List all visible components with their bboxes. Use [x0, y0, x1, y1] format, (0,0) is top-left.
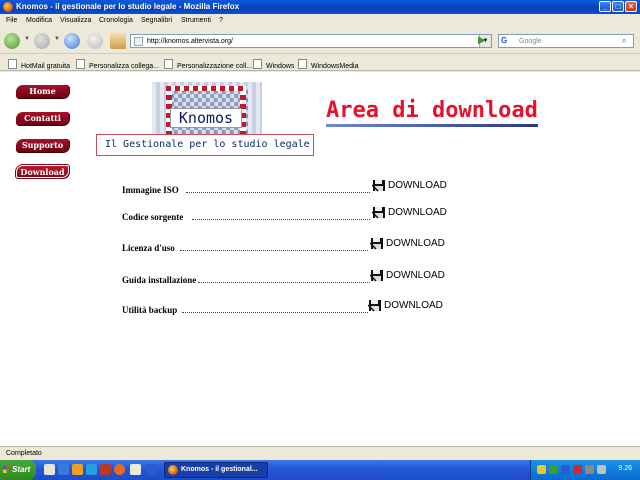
quicklaunch-app-icon[interactable] [100, 464, 111, 475]
window-title: Knomos - il gestionale per lo studio leg… [16, 2, 240, 11]
forward-history-dropdown-icon[interactable]: ▼ [54, 36, 60, 42]
menu-file[interactable]: File [6, 17, 17, 24]
floppy-disk-icon[interactable] [370, 269, 384, 282]
forward-icon[interactable] [34, 33, 50, 49]
quicklaunch-app-icon[interactable] [130, 464, 141, 475]
floppy-disk-icon[interactable] [372, 179, 386, 192]
menu-visualizza[interactable]: Visualizza [60, 17, 91, 24]
dot-leader [186, 192, 370, 193]
menu-modifica[interactable]: Modifica [26, 17, 52, 24]
download-link[interactable]: DOWNLOAD [388, 180, 447, 191]
go-icon[interactable]: ▶ [478, 35, 490, 47]
bookmark-hotmail[interactable]: HotMail gratuita [8, 59, 70, 70]
clock: 9.26 [618, 465, 632, 472]
system-tray: 9.26 [530, 460, 640, 480]
bluetooth-icon[interactable] [561, 465, 570, 474]
reload-icon[interactable] [64, 33, 80, 49]
page-title: Area di download [326, 98, 538, 123]
dot-leader [192, 219, 370, 220]
start-button[interactable]: Start [0, 460, 36, 480]
download-row: Immagine ISO DOWNLOAD [122, 179, 452, 196]
floppy-disk-icon[interactable] [372, 206, 386, 219]
network-icon[interactable] [585, 465, 594, 474]
home-icon[interactable] [110, 33, 126, 49]
menu-cronologia[interactable]: Cronologia [99, 17, 133, 24]
search-icon[interactable]: ⌕ [622, 36, 632, 46]
download-link[interactable]: DOWNLOAD [386, 270, 445, 281]
download-row: Utilità backup DOWNLOAD [122, 299, 452, 316]
menu-help[interactable]: ? [219, 17, 223, 24]
close-button[interactable]: × [625, 1, 637, 12]
menu-segnalibri[interactable]: Segnalibri [141, 17, 172, 24]
nav-contatti-button[interactable]: Contatti [16, 112, 69, 125]
download-label: Licenza d'uso [122, 243, 175, 253]
title-underline [326, 124, 538, 127]
dot-leader [182, 312, 368, 313]
address-bar[interactable]: http://knomos.altervista.org/ ▼ [130, 34, 492, 48]
page-content: Home Contatti Supporto Download Knomos I… [0, 72, 640, 446]
stop-icon[interactable] [87, 33, 103, 49]
google-engine-icon[interactable]: G [501, 36, 511, 46]
media-player-icon[interactable] [72, 464, 83, 475]
bookmark-windows[interactable]: Windows [253, 59, 294, 70]
floppy-disk-icon[interactable] [368, 299, 382, 312]
firefox-icon [3, 2, 13, 12]
show-desktop-icon[interactable] [44, 464, 55, 475]
status-text: Completato [6, 450, 42, 457]
quicklaunch-chevron-icon[interactable] [146, 464, 157, 475]
firefox-quicklaunch-icon[interactable] [114, 464, 125, 475]
nav-home-button[interactable]: Home [16, 85, 69, 98]
bookmark-personalizzazione[interactable]: Personalizzazione coll... [164, 59, 252, 70]
back-icon[interactable] [4, 33, 20, 49]
status-bar: Completato [0, 446, 640, 460]
nav-supporto-button[interactable]: Supporto [16, 139, 69, 152]
download-label: Immagine ISO [122, 185, 179, 195]
download-label: Codice sorgente [122, 212, 184, 222]
download-link[interactable]: DOWNLOAD [388, 207, 447, 218]
bookmark-personalizza-collegamenti[interactable]: Personalizza collega... [76, 59, 159, 70]
page-icon [134, 37, 143, 46]
download-link[interactable]: DOWNLOAD [384, 300, 443, 311]
bookmarks-toolbar: HotMail gratuita Personalizza collega...… [0, 55, 640, 71]
menu-strumenti[interactable]: Strumenti [181, 17, 211, 24]
maximize-button[interactable]: □ [612, 1, 624, 12]
dot-leader [198, 282, 370, 283]
ie-icon[interactable] [58, 464, 69, 475]
navigation-toolbar: ▼ ▼ http://knomos.altervista.org/ ▼ ▶ G … [0, 28, 640, 54]
download-label: Utilità backup [122, 305, 178, 315]
download-row: Guida installazione DOWNLOAD [122, 269, 452, 286]
site-tagline: Il Gestionale per lo studio legale [96, 134, 314, 156]
download-row: Licenza d'uso DOWNLOAD [122, 237, 452, 254]
search-input[interactable]: Google [519, 38, 542, 45]
windows-taskbar: Start Knomos - il gestional... 9.26 [0, 460, 640, 480]
address-input[interactable]: http://knomos.altervista.org/ [147, 38, 233, 45]
download-label: Guida installazione [122, 275, 197, 285]
back-history-dropdown-icon[interactable]: ▼ [24, 36, 30, 42]
download-link[interactable]: DOWNLOAD [386, 238, 445, 249]
download-row: Codice sorgente DOWNLOAD [122, 206, 452, 223]
logo-text: Knomos [170, 108, 242, 128]
messenger-icon[interactable] [86, 464, 97, 475]
search-box[interactable]: G Google ⌕ [498, 34, 634, 48]
floppy-disk-icon[interactable] [370, 237, 384, 250]
security-shield-icon[interactable] [537, 465, 546, 474]
taskbar-firefox-window[interactable]: Knomos - il gestional... [164, 462, 268, 478]
menu-bar: File Modifica Visualizza Cronologia Segn… [0, 14, 640, 28]
nav-download-button[interactable]: Download [15, 164, 70, 179]
tray-alert-icon[interactable] [573, 465, 582, 474]
volume-icon[interactable] [597, 465, 606, 474]
bookmark-windowsmedia[interactable]: WindowsMedia [298, 59, 358, 70]
tray-app-icon[interactable] [549, 465, 558, 474]
window-title-bar: Knomos - il gestionale per lo studio leg… [0, 0, 640, 14]
dot-leader [180, 250, 368, 251]
minimize-button[interactable]: _ [599, 1, 611, 12]
